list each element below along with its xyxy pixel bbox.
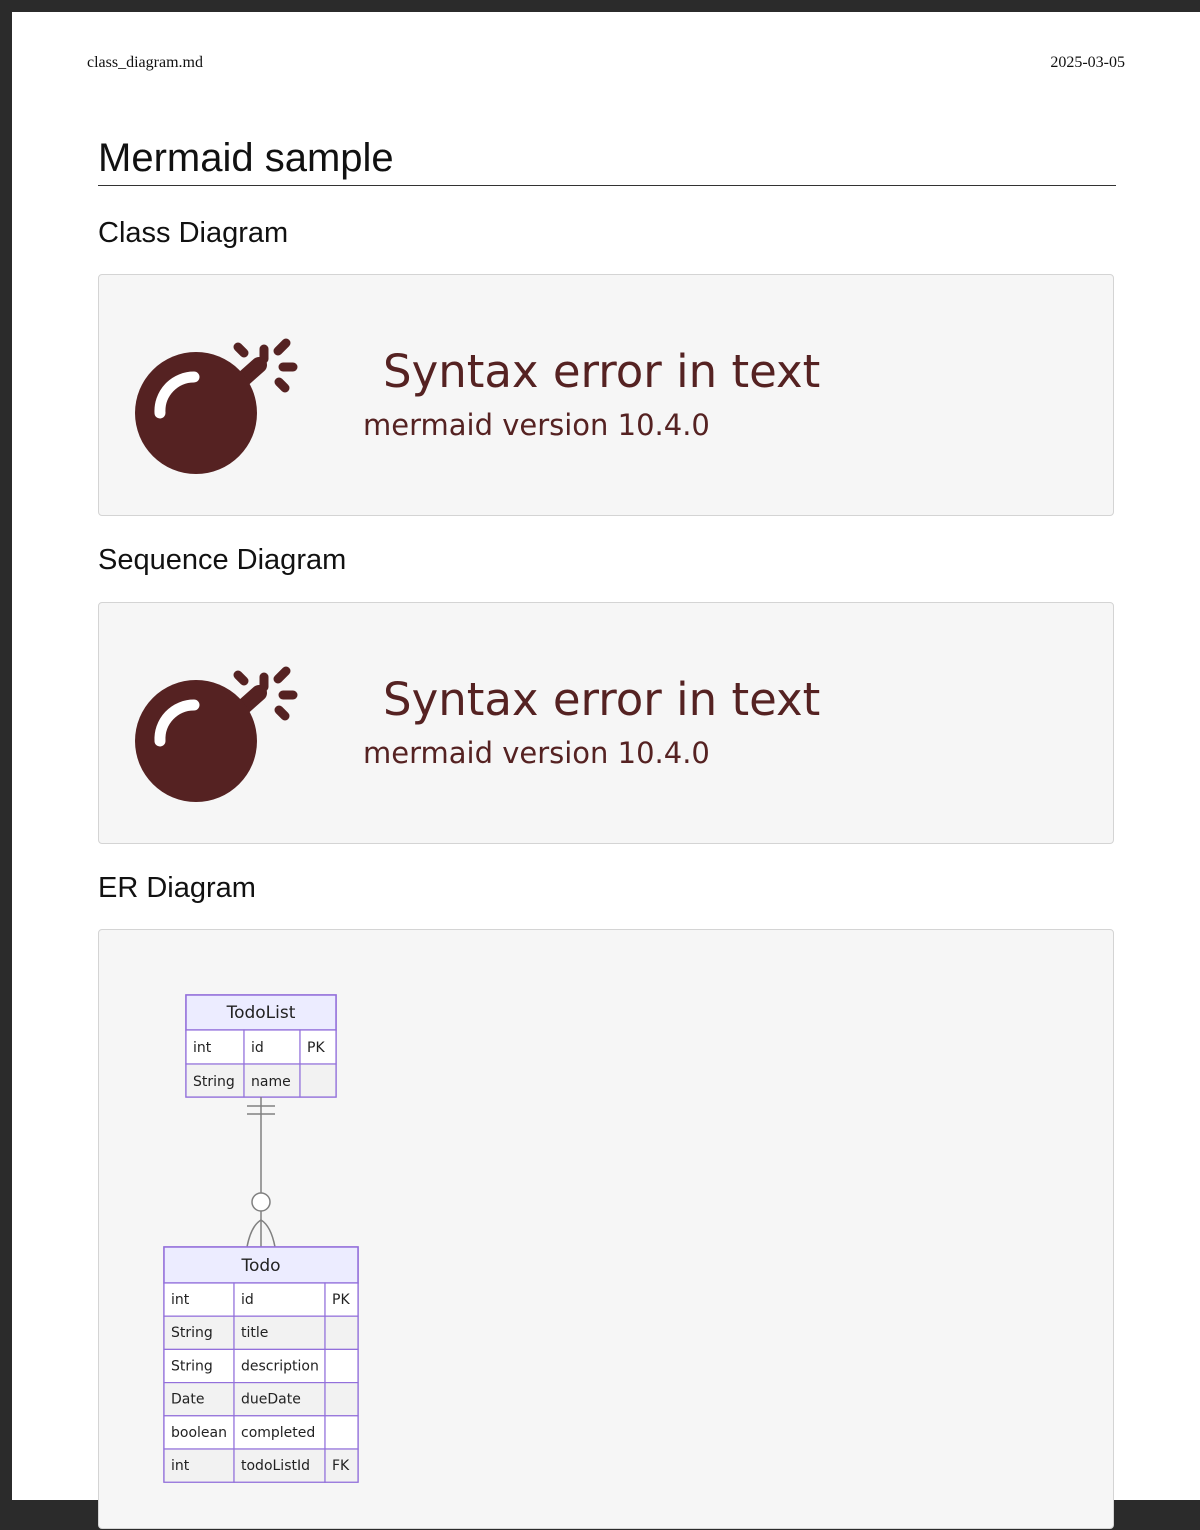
attr-cell [324, 1348, 359, 1384]
attr-name: id [251, 1040, 264, 1056]
error-title: Syntax error in text [383, 673, 821, 726]
attr-name: name [251, 1074, 291, 1090]
section-heading-er-diagram: ER Diagram [98, 872, 256, 904]
error-title: Syntax error in text [383, 345, 821, 398]
section-heading-class-diagram: Class Diagram [98, 217, 289, 249]
sequence-diagram-error-box: Syntax error in text mermaid version 10.… [98, 602, 1114, 844]
attr-type: boolean [171, 1425, 227, 1441]
attr-name: todoListId [241, 1458, 310, 1474]
attr-type: int [171, 1292, 190, 1308]
relationship-line [246, 1097, 276, 1248]
attr-name: dueDate [241, 1392, 301, 1408]
title-divider [98, 185, 1116, 186]
error-version: mermaid version 10.4.0 [363, 408, 710, 442]
attr-type: String [171, 1325, 213, 1341]
attr-type: Date [171, 1392, 204, 1408]
attr-type: int [193, 1040, 212, 1056]
attr-type: String [193, 1074, 235, 1090]
zero-marker [251, 1192, 271, 1212]
entity-todolist: TodoList int id PK String name [185, 994, 337, 1098]
attr-name: title [241, 1325, 268, 1341]
page-title: Mermaid sample [98, 136, 394, 180]
bomb-icon [135, 338, 298, 474]
attr-name: completed [241, 1425, 315, 1441]
er-diagram-box: TodoList int id PK String name Todo int … [98, 929, 1114, 1529]
attr-cell [324, 1315, 359, 1351]
bomb-icon [135, 666, 298, 802]
attr-type: String [171, 1358, 213, 1374]
attr-key: PK [332, 1292, 350, 1308]
attr-name: id [241, 1292, 254, 1308]
document-page: class_diagram.md 2025-03-05 Mermaid samp… [12, 12, 1200, 1529]
attr-type: int [171, 1458, 190, 1474]
attr-name: description [241, 1358, 319, 1374]
attr-cell [324, 1382, 359, 1417]
class-diagram-error-box: Syntax error in text mermaid version 10.… [98, 274, 1114, 516]
error-version: mermaid version 10.4.0 [363, 736, 710, 770]
entity-name: Todo [240, 1256, 280, 1276]
section-heading-sequence-diagram: Sequence Diagram [98, 544, 347, 576]
attr-cell [324, 1415, 359, 1450]
attr-key: FK [332, 1458, 350, 1474]
header-filename: class_diagram.md [87, 54, 203, 71]
header-date: 2025-03-05 [1050, 54, 1125, 71]
er-diagram: TodoList int id PK String name Todo int … [163, 994, 359, 1483]
todo-attribute-rows: int id PK String title String description Date d… [163, 1282, 359, 1483]
entity-name: TodoList [226, 1003, 296, 1023]
attr-key: PK [307, 1040, 325, 1056]
